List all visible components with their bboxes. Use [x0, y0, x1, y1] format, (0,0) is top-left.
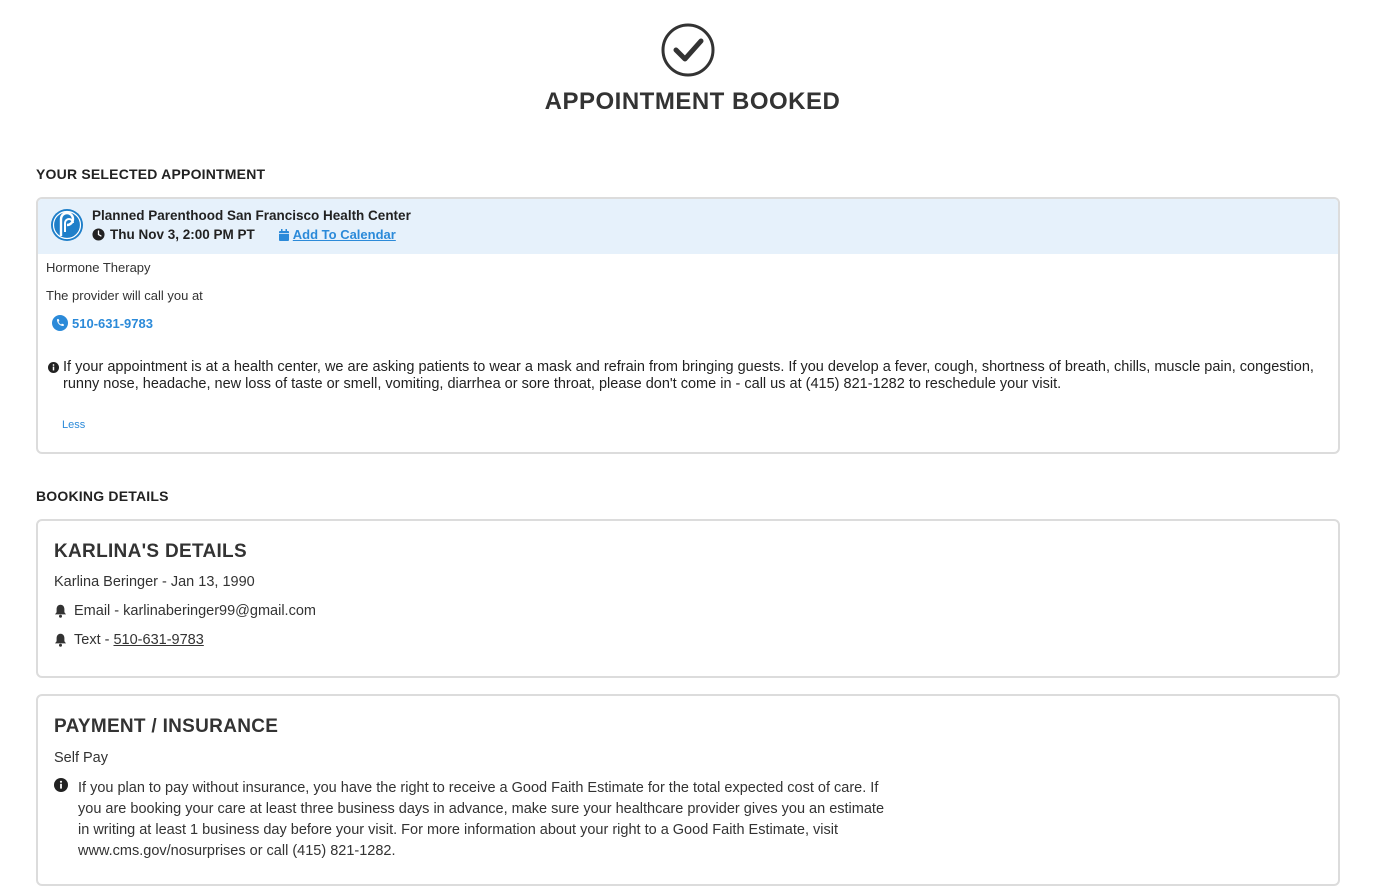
text-prefix: Text -: [74, 632, 114, 648]
bell-icon: [55, 604, 66, 618]
health-center-name: Planned Parenthood San Francisco Health …: [92, 208, 411, 223]
appointment-datetime: Thu Nov 3, 2:00 PM PT: [110, 227, 255, 242]
appointment-card: Planned Parenthood San Francisco Health …: [36, 197, 1340, 454]
covid-notice: If your appointment is at a health cente…: [48, 359, 1333, 393]
service-name: Hormone Therapy: [46, 260, 151, 275]
patient-name-dob: Karlina Beringer - Jan 13, 1990: [54, 574, 255, 590]
booking-details-heading: BOOKING DETAILS: [36, 488, 169, 504]
info-icon: [48, 362, 59, 373]
calendar-icon[interactable]: [278, 228, 289, 241]
patient-details-title: KARLINA'S DETAILS: [54, 541, 247, 562]
planned-parenthood-logo: [51, 209, 83, 241]
provider-phone-row: 510-631-9783: [52, 315, 153, 331]
check-circle-icon: [661, 23, 715, 77]
selected-appointment-heading: YOUR SELECTED APPOINTMENT: [36, 166, 266, 182]
provider-phone-link[interactable]: 510-631-9783: [72, 316, 153, 331]
appointment-time-row: Thu Nov 3, 2:00 PM PT Add To Calendar: [92, 227, 396, 242]
email-line: Email - karlinaberinger99@gmail.com: [74, 603, 316, 619]
appointment-header: Planned Parenthood San Francisco Health …: [38, 199, 1338, 254]
email-reminder-row: Email - karlinaberinger99@gmail.com: [54, 603, 316, 619]
phone-icon: [52, 315, 68, 331]
bell-icon: [55, 633, 66, 647]
less-toggle-link[interactable]: Less: [62, 419, 85, 431]
clock-icon: [92, 228, 105, 241]
covid-notice-text: If your appointment is at a health cente…: [63, 359, 1314, 392]
call-note: The provider will call you at: [46, 288, 203, 303]
add-to-calendar-link[interactable]: Add To Calendar: [293, 227, 396, 242]
page-title: APPOINTMENT BOOKED: [544, 88, 841, 115]
text-phone-link[interactable]: 510-631-9783: [113, 632, 203, 648]
payment-card: PAYMENT / INSURANCE Self Pay If you plan…: [36, 694, 1340, 886]
payment-title: PAYMENT / INSURANCE: [54, 716, 279, 737]
good-faith-notice: If you plan to pay without insurance, yo…: [54, 778, 894, 862]
info-icon: [54, 778, 68, 792]
payment-method: Self Pay: [54, 750, 108, 766]
good-faith-notice-text: If you plan to pay without insurance, yo…: [78, 780, 885, 859]
text-reminder-row: Text - 510-631-9783: [54, 632, 204, 648]
patient-details-card: KARLINA'S DETAILS Karlina Beringer - Jan…: [36, 519, 1340, 678]
